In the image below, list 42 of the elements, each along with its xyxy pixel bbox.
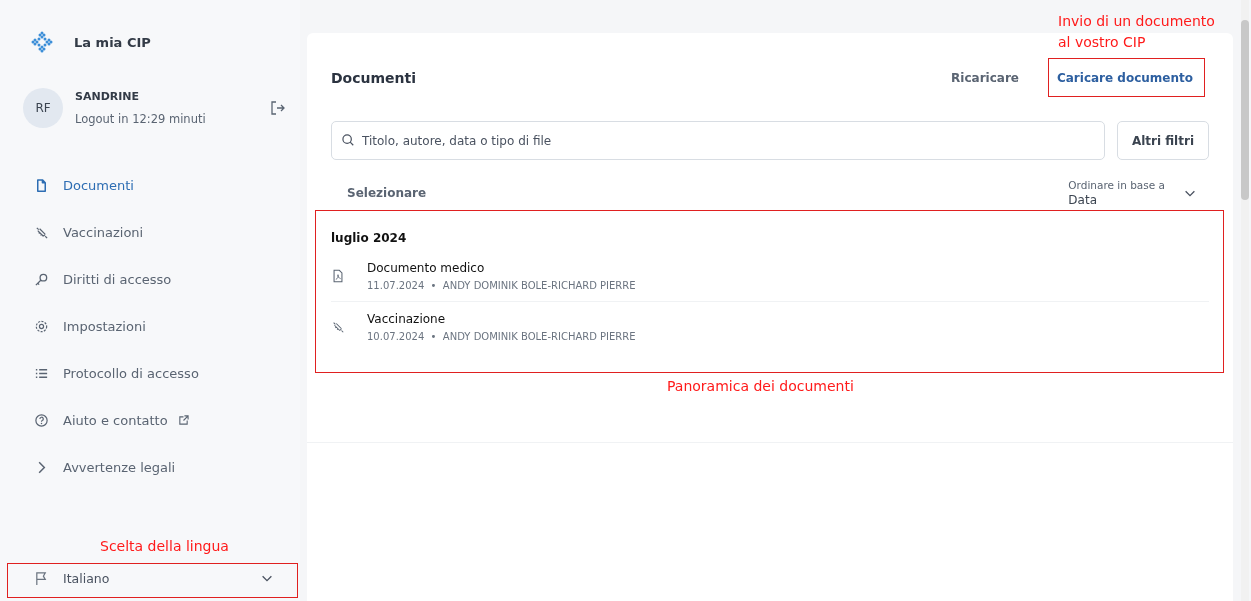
flag-icon [34, 570, 49, 586]
upload-button[interactable]: Caricare documento [1044, 63, 1205, 93]
search-field[interactable]: Titolo, autore, data o tipo di file [331, 121, 1105, 160]
syringe-icon [34, 225, 49, 240]
external-link-icon [177, 415, 189, 426]
month-heading: luglio 2024 [331, 231, 408, 245]
filters-button[interactable]: Altri filtri [1116, 121, 1209, 160]
document-row[interactable]: Vaccinazione 10.07.2024 • ANDY DOMINIK BOLE-RICHARD PIERRE [331, 302, 1209, 352]
syringe-icon [331, 320, 345, 334]
reload-button[interactable]: Ricaricare [939, 63, 1031, 93]
language-select[interactable]: Italiano [6, 562, 300, 594]
document-title: Vaccinazione [367, 312, 447, 326]
document-meta: 11.07.2024 • ANDY DOMINIK BOLE-RICHARD PIERRE [367, 280, 636, 291]
nav-item[interactable]: Impostazioni [34, 303, 300, 350]
user-name: SANDRINE [75, 90, 141, 103]
nav-item[interactable]: Vaccinazioni [34, 209, 300, 256]
annotation-label: Invio di un documento al vostro CIP [1058, 12, 1215, 52]
annotation-label: Panoramica dei documenti [667, 377, 854, 396]
logout-icon[interactable] [270, 100, 286, 116]
document-icon [34, 178, 49, 193]
document-title: Documento medico [367, 261, 486, 275]
document-meta: 10.07.2024 • ANDY DOMINIK BOLE-RICHARD PIERRE [367, 331, 636, 342]
app-title: La mia CIP [74, 34, 151, 50]
search-icon [341, 133, 355, 147]
pdf-file-icon [331, 269, 345, 283]
select-toggle[interactable]: Selezionare [347, 186, 427, 200]
list-icon [34, 366, 49, 381]
key-icon [34, 272, 49, 287]
nav-item[interactable]: Protocollo di accesso [34, 350, 300, 397]
nav-item[interactable]: Aiuto e contatto [34, 397, 300, 444]
settings-icon [34, 319, 49, 334]
sort-select[interactable]: Ordinare in base a Data [1068, 179, 1197, 207]
scrollbar[interactable] [1241, 0, 1249, 601]
nav-item[interactable]: Documenti [34, 162, 300, 209]
session-timer: Logout in 12:29 minuti [75, 112, 207, 126]
document-row[interactable]: Documento medico 11.07.2024 • ANDY DOMINIK BOLE-RICHARD PIERRE [331, 251, 1209, 302]
avatar: RF [23, 88, 63, 128]
nav-item[interactable]: Avvertenze legali [34, 444, 300, 491]
annotation-label: Scelta della lingua [100, 537, 229, 556]
card-title: Documenti [331, 70, 417, 86]
help-icon [34, 413, 49, 428]
nav-item[interactable]: Diritti di accesso [34, 256, 300, 303]
